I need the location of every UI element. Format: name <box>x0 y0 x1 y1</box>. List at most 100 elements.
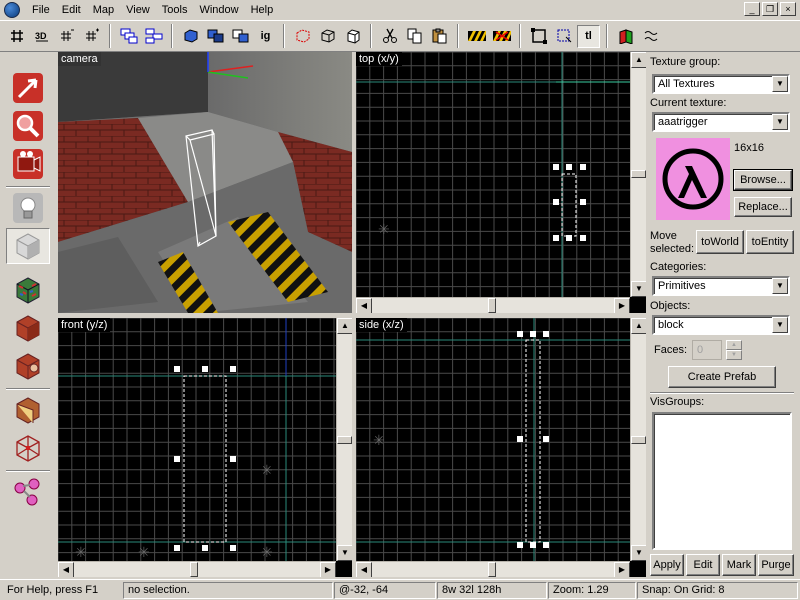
grid-larger-button[interactable] <box>80 25 103 48</box>
faces-field[interactable]: 0 <box>692 340 722 360</box>
categories-label: Categories: <box>650 261 707 273</box>
group-button[interactable] <box>117 25 140 48</box>
side-horizontal-scrollbar[interactable]: ◀ ▶ <box>356 561 630 577</box>
menu-tools[interactable]: Tools <box>156 0 194 20</box>
current-texture-select[interactable]: aaatrigger ▼ <box>652 112 790 132</box>
path-tool-button[interactable] <box>6 474 50 510</box>
front-vertical-scrollbar[interactable]: ▲ ▼ <box>336 318 352 561</box>
front-horizontal-scrollbar[interactable]: ◀ ▶ <box>58 561 336 577</box>
camera-tool-button[interactable] <box>6 146 50 182</box>
chevron-down-icon[interactable]: ▼ <box>772 317 788 333</box>
menu-window[interactable]: Window <box>193 0 244 20</box>
top-horizontal-scrollbar[interactable]: ◀ ▶ <box>356 297 630 313</box>
chevron-down-icon[interactable]: ▼ <box>772 114 788 130</box>
ignore-groups-button[interactable]: ig <box>254 25 277 48</box>
grid-toggle-button[interactable] <box>5 25 28 48</box>
tool-separator <box>6 186 50 188</box>
stepper-down-arrow[interactable]: ▼ <box>726 350 742 360</box>
create-prefab-button[interactable]: Create Prefab <box>668 366 776 388</box>
zoom-box-button[interactable] <box>527 25 550 48</box>
texture-lock-stripes-button[interactable] <box>465 25 488 48</box>
scroll-left-arrow[interactable]: ◀ <box>58 562 74 577</box>
scroll-left-arrow[interactable]: ◀ <box>356 298 372 313</box>
scroll-right-arrow[interactable]: ▶ <box>614 298 630 313</box>
select-by-handle-button[interactable] <box>291 25 314 48</box>
pointfile-button[interactable] <box>341 25 364 48</box>
face-edit-button[interactable] <box>6 348 50 384</box>
menu-edit[interactable]: Edit <box>56 0 87 20</box>
clip-tool-button[interactable] <box>6 392 50 428</box>
hide-button[interactable] <box>204 25 227 48</box>
restore-button[interactable]: ❐ <box>762 2 778 16</box>
faces-stepper[interactable]: ▲ ▼ <box>726 340 742 360</box>
scroll-thumb[interactable] <box>488 562 496 577</box>
scroll-right-arrow[interactable]: ▶ <box>614 562 630 577</box>
app-icon[interactable] <box>4 2 20 18</box>
texture-group-select[interactable]: All Textures ▼ <box>652 74 790 94</box>
magnify-tool-button[interactable] <box>6 108 50 144</box>
scroll-thumb[interactable] <box>337 436 352 444</box>
apply-button[interactable]: Apply <box>650 554 684 576</box>
stepper-up-arrow[interactable]: ▲ <box>726 340 742 350</box>
selection-tool-button[interactable] <box>6 70 50 106</box>
side-viewport[interactable]: ✳ side (x/z) ▲ ▼ ◀ ▶ <box>356 318 646 577</box>
chevron-down-icon[interactable]: ▼ <box>772 278 788 294</box>
grid-smaller-button[interactable] <box>55 25 78 48</box>
front-viewport[interactable]: ✳ ✳ ✳ ✳ front (y/z) ▲ ▼ ◀ ▶ <box>58 318 352 577</box>
scroll-up-arrow[interactable]: ▲ <box>631 318 646 334</box>
scroll-down-arrow[interactable]: ▼ <box>337 545 352 561</box>
carve-button[interactable] <box>179 25 202 48</box>
menu-help[interactable]: Help <box>245 0 280 20</box>
minimize-button[interactable]: _ <box>744 2 760 16</box>
texture-application-button[interactable] <box>6 272 50 308</box>
select-box-button[interactable] <box>552 25 575 48</box>
entity-tool-button[interactable] <box>6 190 50 226</box>
tool-options-button[interactable] <box>639 25 662 48</box>
cordon-button[interactable] <box>316 25 339 48</box>
menu-map[interactable]: Map <box>87 0 120 20</box>
block-tool-button[interactable] <box>6 228 50 264</box>
purge-button[interactable]: Purge <box>758 554 794 576</box>
scroll-right-arrow[interactable]: ▶ <box>320 562 336 577</box>
menu-view[interactable]: View <box>120 0 156 20</box>
replace-button[interactable]: Replace... <box>734 197 792 217</box>
texture-preview[interactable] <box>656 138 730 220</box>
to-world-button[interactable]: toWorld <box>696 230 744 254</box>
top-viewport[interactable]: ✳ top (x/y) ▲ ▼ ◀ ▶ <box>356 52 646 313</box>
grid-smaller-icon <box>60 29 74 41</box>
to-entity-button[interactable]: toEntity <box>746 230 794 254</box>
copy-button[interactable] <box>403 25 426 48</box>
cut-button[interactable] <box>378 25 401 48</box>
scroll-down-arrow[interactable]: ▼ <box>631 281 646 297</box>
scroll-down-arrow[interactable]: ▼ <box>631 545 646 561</box>
categories-select[interactable]: Primitives ▼ <box>652 276 790 296</box>
scroll-thumb[interactable] <box>631 170 646 178</box>
paste-button[interactable] <box>428 25 451 48</box>
scroll-up-arrow[interactable]: ▲ <box>337 318 352 334</box>
scroll-up-arrow[interactable]: ▲ <box>631 52 646 68</box>
chevron-down-icon[interactable]: ▼ <box>772 76 788 92</box>
camera-viewport[interactable]: camera <box>58 52 352 313</box>
scroll-thumb[interactable] <box>190 562 198 577</box>
texture-lock-button[interactable]: tl <box>577 24 600 48</box>
scroll-left-arrow[interactable]: ◀ <box>356 562 372 577</box>
objects-select[interactable]: block ▼ <box>652 315 790 335</box>
mark-button[interactable]: Mark <box>722 554 756 576</box>
top-vertical-scrollbar[interactable]: ▲ ▼ <box>630 52 646 297</box>
scroll-thumb[interactable] <box>631 436 646 444</box>
visgroups-list[interactable] <box>652 412 792 550</box>
browse-button[interactable]: Browse... <box>733 169 793 191</box>
camera-scene <box>58 52 352 313</box>
close-button[interactable]: × <box>780 2 796 16</box>
scroll-thumb[interactable] <box>488 298 496 313</box>
vertex-tool-button[interactable] <box>6 430 50 466</box>
menu-file[interactable]: File <box>26 0 56 20</box>
apply-decal-button[interactable] <box>6 310 50 346</box>
hide-others-button[interactable] <box>229 25 252 48</box>
edit-button[interactable]: Edit <box>686 554 720 576</box>
side-vertical-scrollbar[interactable]: ▲ ▼ <box>630 318 646 561</box>
cordon-toggle-button[interactable] <box>490 25 513 48</box>
vertex-button[interactable] <box>614 25 637 48</box>
3d-grid-button[interactable]: 3D <box>30 25 53 48</box>
ungroup-button[interactable] <box>142 25 165 48</box>
